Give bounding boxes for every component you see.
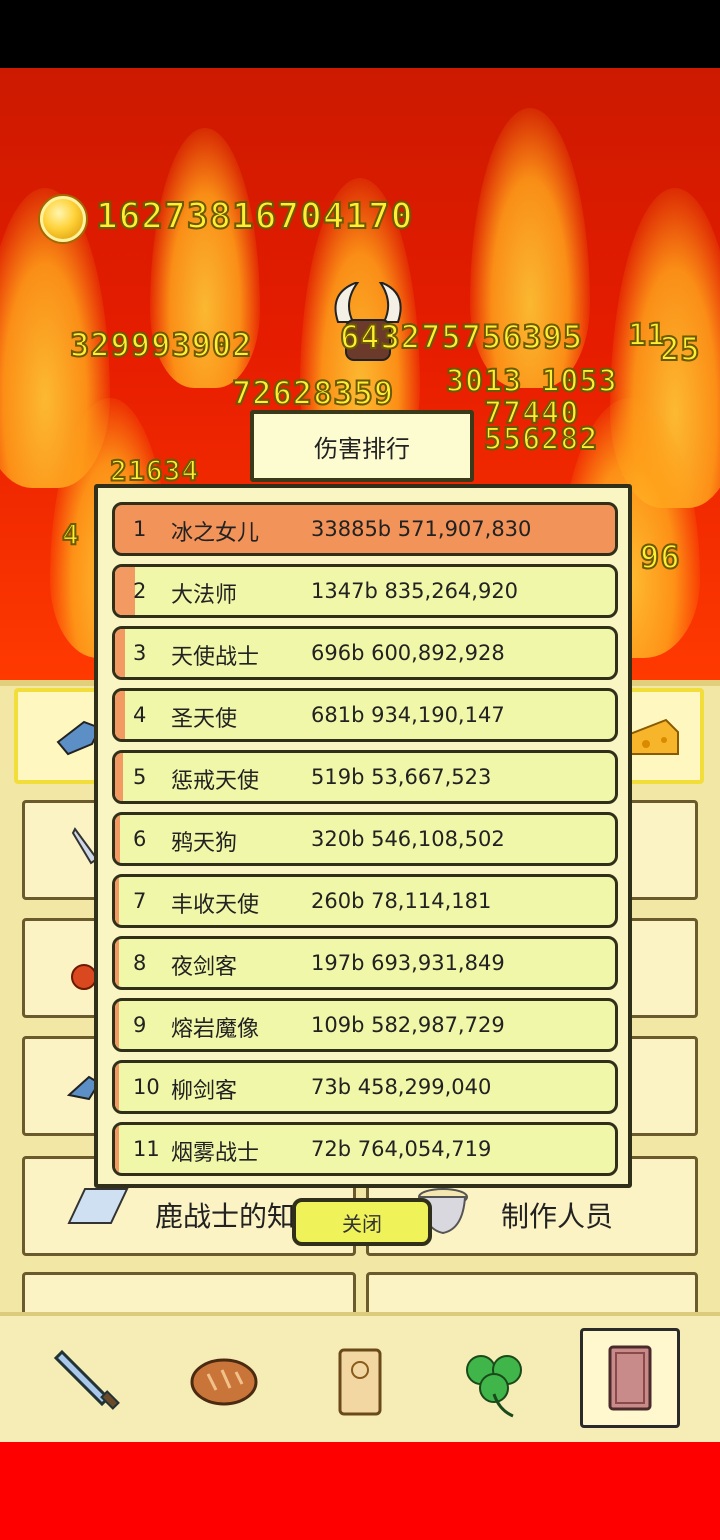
damage-share-bar [115, 1125, 119, 1173]
hero-name: 大法师 [171, 583, 238, 608]
rank-number: 9 [133, 1013, 147, 1037]
nav-clover-button[interactable] [446, 1334, 542, 1430]
damage-share-bar [115, 629, 125, 677]
nav-sword-button[interactable] [42, 1334, 138, 1430]
damage-share-bar [115, 1063, 119, 1111]
ranking-panel: 1 冰之女儿 33885b 571,907,830 2 大法师 1347b 83… [94, 484, 632, 1188]
hero-name: 熔岩魔像 [171, 1017, 260, 1042]
damage-value: 519b 53,667,523 [311, 765, 492, 789]
damage-share-bar [115, 567, 135, 615]
damage-share-bar [115, 939, 119, 987]
damage-number: 25 [659, 329, 701, 369]
damage-number: 556282 [483, 421, 599, 458]
rank-number: 6 [133, 827, 147, 851]
open-book-icon [67, 1188, 129, 1224]
damage-share-bar [115, 877, 119, 925]
ranking-row[interactable]: 9 熔岩魔像 109b 582,987,729 [112, 998, 618, 1052]
damage-value: 1347b 835,264,920 [311, 579, 519, 603]
close-button[interactable]: 关闭 [292, 1198, 432, 1246]
damage-number: 3013 1053 [445, 363, 618, 400]
rank-number: 3 [133, 641, 147, 665]
rank-number: 7 [133, 889, 147, 913]
damage-value: 320b 546,108,502 [311, 827, 505, 851]
cheese-icon [629, 718, 679, 755]
rank-number: 10 [133, 1075, 160, 1099]
ranking-row[interactable]: 2 大法师 1347b 835,264,920 [112, 564, 618, 618]
hero-name: 惩戒天使 [171, 769, 260, 794]
rank-number: 2 [133, 579, 147, 603]
damage-value: 260b 78,114,181 [311, 889, 492, 913]
damage-share-bar [115, 753, 123, 801]
hero-name: 夜剑客 [171, 955, 238, 980]
ranking-title: 伤害排行 [250, 410, 474, 482]
damage-number: 643275756395 [339, 317, 584, 357]
damage-value: 73b 458,299,040 [311, 1075, 492, 1099]
hero-name: 丰收天使 [171, 893, 260, 918]
damage-number: 72628359 [231, 373, 395, 413]
ranking-row[interactable]: 5 惩戒天使 519b 53,667,523 [112, 750, 618, 804]
rank-number: 1 [133, 517, 147, 541]
nav-book-button[interactable] [580, 1328, 680, 1428]
hero-name: 鸦天狗 [171, 831, 238, 856]
damage-number: 329993902 [69, 325, 253, 365]
scroll-icon [338, 1348, 382, 1416]
nav-bread-button[interactable] [176, 1334, 272, 1430]
damage-value: 681b 934,190,147 [311, 703, 505, 727]
damage-value: 109b 582,987,729 [311, 1013, 505, 1037]
bottom-nav [0, 1312, 720, 1442]
damage-share-bar [115, 691, 125, 739]
bread-icon [190, 1358, 258, 1406]
damage-value: 197b 693,931,849 [311, 951, 505, 975]
ranking-row[interactable]: 1 冰之女儿 33885b 571,907,830 [112, 502, 618, 556]
hero-name: 冰之女儿 [171, 521, 260, 546]
rank-number: 4 [133, 703, 147, 727]
ranking-row[interactable]: 6 鸦天狗 320b 546,108,502 [112, 812, 618, 866]
damage-number: 21634 [109, 453, 200, 488]
hero-name: 天使战士 [171, 645, 260, 670]
bottom-bar [0, 1442, 720, 1540]
ranking-row[interactable]: 7 丰收天使 260b 78,114,181 [112, 874, 618, 928]
ranking-row[interactable]: 8 夜剑客 197b 693,931,849 [112, 936, 618, 990]
hero-name: 圣天使 [171, 707, 238, 732]
nav-scroll-button[interactable] [312, 1334, 408, 1430]
book-icon [608, 1345, 652, 1411]
damage-number: 96 [639, 537, 681, 577]
sword-icon [53, 1349, 120, 1410]
rank-number: 8 [133, 951, 147, 975]
clover-icon [466, 1355, 522, 1418]
coin-icon [40, 196, 86, 242]
damage-value: 33885b 571,907,830 [311, 517, 532, 541]
rank-number: 11 [133, 1137, 160, 1161]
ranking-row[interactable]: 11 烟雾战士 72b 764,054,719 [112, 1122, 618, 1176]
ranking-row[interactable]: 4 圣天使 681b 934,190,147 [112, 688, 618, 742]
hero-name: 烟雾战士 [171, 1141, 260, 1166]
damage-share-bar [115, 815, 120, 863]
rank-number: 5 [133, 765, 147, 789]
damage-share-bar [115, 1001, 119, 1049]
ranking-row[interactable]: 3 天使战士 696b 600,892,928 [112, 626, 618, 680]
credits-label: 制作人员 [501, 1200, 614, 1233]
damage-value: 696b 600,892,928 [311, 641, 505, 665]
hero-name: 柳剑客 [171, 1079, 238, 1104]
ranking-row[interactable]: 10 柳剑客 73b 458,299,040 [112, 1060, 618, 1114]
status-bar [0, 0, 720, 68]
damage-number: 4 [61, 517, 80, 552]
gold-counter: 16273816704170 [95, 195, 414, 238]
damage-value: 72b 764,054,719 [311, 1137, 492, 1161]
